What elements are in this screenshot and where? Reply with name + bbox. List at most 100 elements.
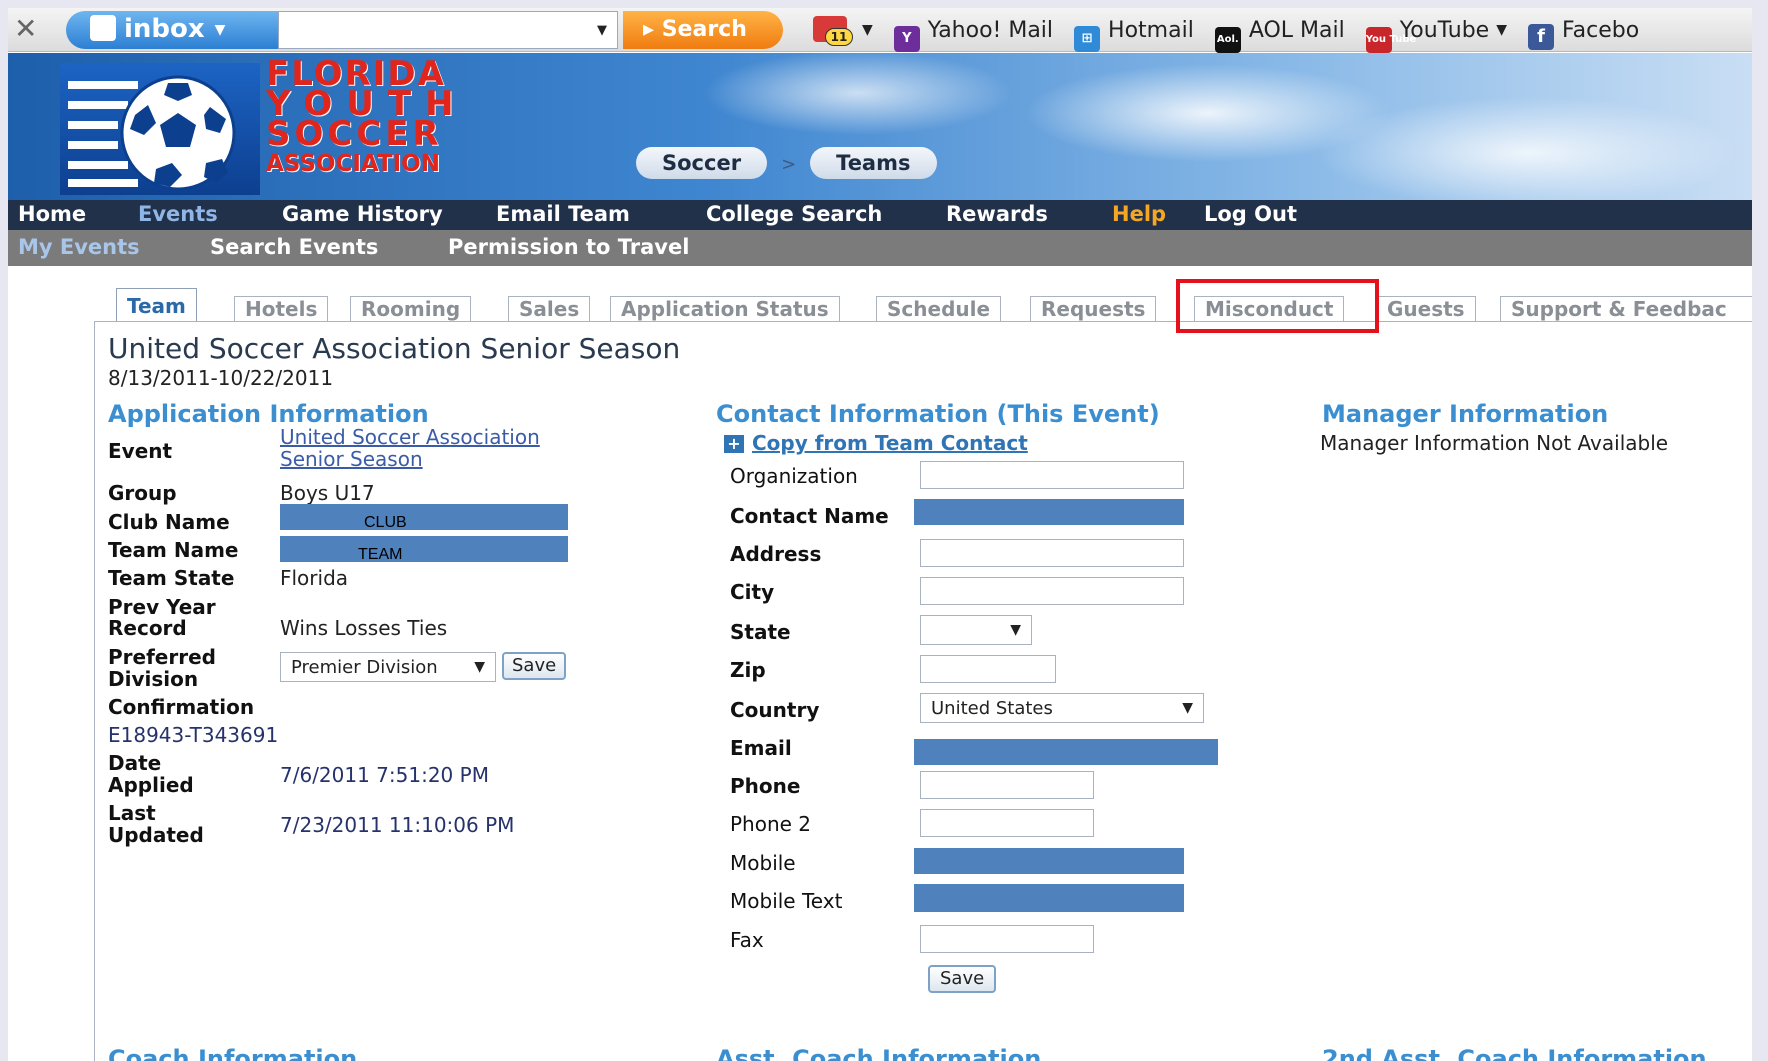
group-label: Group [108,481,177,505]
logo-line-4: ASSOCIATION [266,151,440,177]
mobile-text-label: Mobile Text [730,889,843,913]
yahoo-icon: Y [893,26,920,52]
preferred-division-label-2: Division [108,667,199,691]
event-link-line1[interactable]: United Soccer Association [280,426,540,448]
fysa-logo[interactable]: FLORIDA YOUTH SOCCER ASSOCIATION [60,57,500,195]
tab-hotels[interactable]: Hotels [234,296,329,322]
facebook-label: Facebo [1561,18,1640,43]
nav-log-out[interactable]: Log Out [1204,202,1297,226]
mail-icon: 11 [813,16,853,46]
tab-guests[interactable]: Guests [1376,296,1476,322]
mail-count-badge: 11 [825,28,853,46]
state-select[interactable]: ▼ [920,615,1032,645]
toolbar-links: 11 ▼ Y Yahoo! Mail ⊞ Hotmail Aol. AOL Mail … [813,16,1653,53]
chevron-down-icon[interactable]: ▼ [1496,22,1507,38]
mail-notifier[interactable]: 11 ▼ [813,16,873,46]
event-label: Event [108,439,173,463]
organization-input[interactable] [920,461,1184,489]
city-label: City [730,580,775,604]
facebook-link[interactable]: f Facebo [1527,18,1640,50]
mobile-text-redaction[interactable] [914,884,1184,912]
toolbar-search-button[interactable]: ▸ Search [623,11,783,49]
tab-bar: Team Hotels Rooming Sales Application St… [116,288,1752,322]
nav-college-search[interactable]: College Search [706,202,882,226]
manager-info-heading: Manager Information [1322,400,1609,428]
confirmation-value: E18943-T343691 [108,723,279,747]
team-state-value: Florida [280,566,349,590]
logo-wordmark: FLORIDA YOUTH SOCCER ASSOCIATION [266,57,506,179]
event-dates: 8/13/2011-10/22/2011 [108,366,334,390]
contact-name-redaction[interactable] [914,499,1184,525]
windows-icon: ⊞ [1074,26,1101,52]
aol-mail-label: AOL Mail [1248,18,1345,43]
tab-requests[interactable]: Requests [1030,296,1157,322]
tab-support-feedback[interactable]: Support & Feedbac [1500,296,1752,322]
division-save-button[interactable]: Save [502,652,567,680]
event-title: United Soccer Association Senior Season [108,332,681,365]
yahoo-mail-link[interactable]: Y Yahoo! Mail [893,18,1054,52]
team-redacted-text: TEAM [358,546,403,563]
subnav-search-events[interactable]: Search Events [210,235,378,259]
close-icon[interactable]: ✕ [14,12,37,45]
phone-label: Phone [730,774,801,798]
site-banner: FLORIDA YOUTH SOCCER ASSOCIATION Soccer >… [8,53,1752,200]
fax-input[interactable] [920,925,1094,953]
prev-year-value: Wins Losses Ties [280,616,448,640]
address-input[interactable] [920,539,1184,567]
division-select[interactable]: Premier Division ▼ [280,652,496,682]
tab-sales[interactable]: Sales [508,296,591,322]
application-info-heading: Application Information [108,400,429,428]
tab-application-status[interactable]: Application Status [610,296,840,322]
breadcrumb-teams[interactable]: Teams [810,147,937,179]
zip-label: Zip [730,658,766,682]
hotmail-label: Hotmail [1108,18,1194,43]
country-label: Country [730,698,820,722]
subnav-permission-to-travel[interactable]: Permission to Travel [448,235,689,259]
breadcrumb-separator: > [781,154,797,175]
tab-rooming[interactable]: Rooming [350,296,472,322]
nav-game-history[interactable]: Game History [282,202,443,226]
email-redaction[interactable] [914,739,1218,765]
breadcrumb: Soccer > Teams [636,147,937,179]
misconduct-highlight-box [1176,279,1379,333]
copy-team-contact-link[interactable]: Copy from Team Contact [752,432,1028,454]
country-select[interactable]: United States ▼ [920,693,1204,723]
club-name-redaction [280,504,568,530]
toolbar-search-input[interactable]: ▼ [278,11,618,49]
plus-icon[interactable]: + [724,435,744,453]
organization-label: Organization [730,464,858,488]
logo-emblem [60,63,260,195]
tab-team[interactable]: Team [116,288,197,322]
nav-help[interactable]: Help [1112,202,1166,226]
zip-input[interactable] [920,655,1056,683]
phone-input[interactable] [920,771,1094,799]
breadcrumb-soccer[interactable]: Soccer [636,147,768,179]
main-nav: Home Events Game History Email Team Coll… [8,200,1752,230]
aol-mail-link[interactable]: Aol. AOL Mail [1214,18,1345,53]
hotmail-link[interactable]: ⊞ Hotmail [1074,18,1194,52]
youtube-link[interactable]: You TubeYouTube ▼ [1365,18,1507,53]
mobile-redaction[interactable] [914,848,1184,874]
nav-email-team[interactable]: Email Team [496,202,630,226]
nav-home[interactable]: Home [18,202,86,226]
contact-save-button[interactable]: Save [928,965,997,993]
state-label: State [730,620,791,644]
browser-frame: ✕ inbox ▼ ▼ ▸ Search 11 ▼ Y Yahoo! Mail ⊞ H… [8,8,1752,1061]
subnav-my-events[interactable]: My Events [18,235,140,259]
yahoo-mail-label: Yahoo! Mail [927,18,1054,43]
inbox-button[interactable]: inbox ▼ [66,11,278,49]
phone-2-input[interactable] [920,809,1094,837]
tab-schedule[interactable]: Schedule [876,296,1002,322]
group-value: Boys U17 [280,481,375,505]
chevron-down-icon[interactable]: ▼ [597,23,607,38]
city-input[interactable] [920,577,1184,605]
prev-year-label-2: Record [108,616,187,640]
nav-rewards[interactable]: Rewards [946,202,1048,226]
event-link-line2[interactable]: Senior Season [280,448,423,470]
nav-events[interactable]: Events [138,202,218,226]
chevron-down-icon[interactable]: ▼ [862,22,873,38]
club-redacted-text: CLUB [364,514,407,531]
chevron-down-icon: ▼ [474,659,485,675]
logo-line-3: SOCCER [266,114,443,154]
youtube-label: YouTube [1399,18,1490,43]
